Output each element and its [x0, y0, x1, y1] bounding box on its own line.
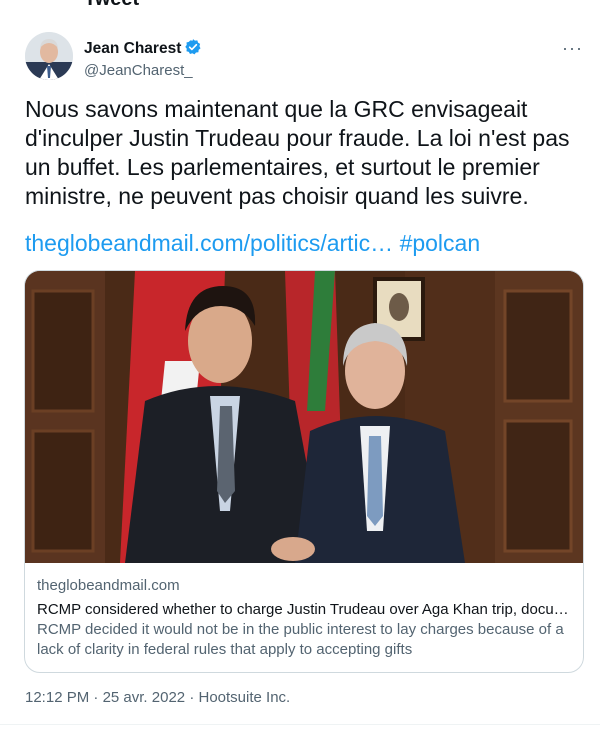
tweet-timestamp: 12:12 PM · 25 avr. 2022 · Hootsuite Inc.: [25, 689, 290, 706]
link-preview-card[interactable]: theglobeandmail.com RCMP considered whet…: [24, 270, 584, 673]
card-description: RCMP decided it would not be in the publ…: [37, 621, 564, 658]
card-title[interactable]: RCMP considered whether to charge Justin…: [37, 601, 573, 618]
tweet-date[interactable]: 25 avr. 2022: [103, 689, 186, 706]
tweet-time[interactable]: 12:12 PM: [25, 689, 89, 706]
more-options-button[interactable]: ···: [562, 38, 583, 59]
tweet-text: Nous savons maintenant que la GRC envisa…: [25, 96, 570, 209]
article-link[interactable]: theglobeandmail.com/politics/artic…: [25, 230, 393, 256]
avatar[interactable]: [25, 32, 73, 80]
separator: ·: [93, 689, 99, 706]
tweet-source[interactable]: Hootsuite Inc.: [198, 689, 290, 706]
cut-off-header-text: Tweet: [84, 0, 139, 11]
card-image[interactable]: [25, 271, 583, 563]
verified-badge-icon: [184, 38, 202, 56]
separator: ·: [189, 689, 195, 706]
hashtag-link[interactable]: #polcan: [400, 230, 481, 256]
tweet-header: Jean Charest @JeanCharest_ ···: [25, 30, 585, 82]
divider: [0, 724, 600, 725]
card-domain: theglobeandmail.com: [37, 577, 180, 594]
user-handle[interactable]: @JeanCharest_: [84, 62, 202, 79]
display-name[interactable]: Jean Charest: [84, 40, 181, 57]
tweet-links: theglobeandmail.com/politics/artic… #pol…: [25, 230, 480, 257]
card-meta: theglobeandmail.com RCMP considered whet…: [37, 577, 573, 660]
